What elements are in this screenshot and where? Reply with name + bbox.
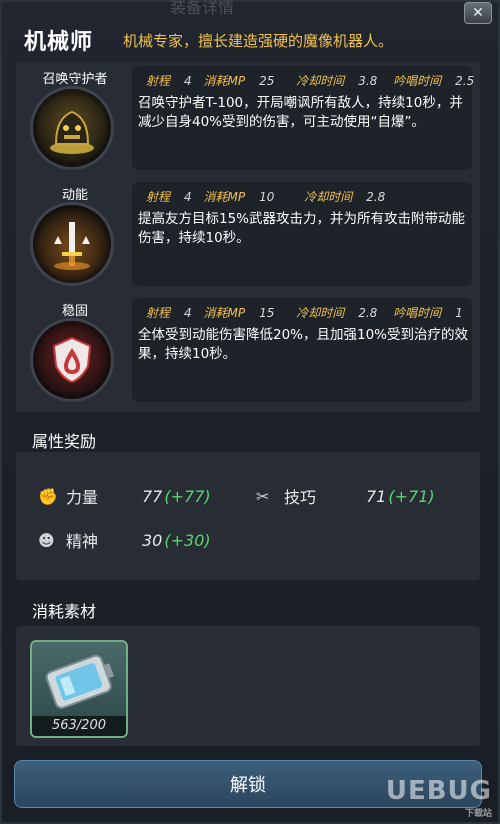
partial-title: 装备详情 <box>170 0 235 17</box>
skill-description: 提高友方目标15%武器攻击力，并为所有攻击附带动能伤害，持续10秒。 <box>138 211 466 246</box>
class-name: 机械师 <box>24 30 94 55</box>
fist-icon: ✊ <box>38 486 58 506</box>
attr-strength: ✊ 力量 77 (+77) <box>38 486 211 508</box>
skill-name: 动能 <box>61 188 88 203</box>
skill-row-kinetic[interactable]: 动能 射程 4 消耗MP 10 冷却时间 2.8 提高友方目标15%武器攻击力，并为所… <box>16 178 480 288</box>
skill-row-summon[interactable]: 召唤守护者 射程 4 消耗MP 25 冷却时间 3.8 吟唱时间 2.5 召唤守护者T-… <box>16 62 480 172</box>
skill-detail-box: 射程 4 消耗MP 25 冷却时间 3.8 吟唱时间 2.5 召唤守护者T-100，开局… <box>132 66 475 170</box>
skill-stats: 射程 4 消耗MP 25 冷却时间 3.8 吟唱时间 2.5 <box>146 74 475 88</box>
materials-title: 消耗素材 <box>32 602 97 621</box>
attr-skill: ✂ 技巧 71 (+71) <box>256 486 435 508</box>
skills-panel: 召唤守护者 射程 4 消耗MP 25 冷却时间 3.8 吟唱时间 2.5 召唤守护者T-… <box>16 62 480 412</box>
skill-description: 召唤守护者T-100，开局嘲讽所有敌人，持续10秒，并减少自身40%受到的伤害，… <box>138 95 463 130</box>
skill-name: 召唤守护者 <box>42 72 108 87</box>
skill-detail-box: 射程 4 消耗MP 15 冷却时间 2.8 吟唱时间 1 全体受到动能伤害降低20%，且… <box>132 298 472 402</box>
watermark: UEBUG 下载站 <box>385 776 492 819</box>
skill-detail-box: 射程 4 消耗MP 10 冷却时间 2.8 提高友方目标15%武器攻击力，并为所有攻击… <box>132 182 472 286</box>
material-count: 563/200 <box>32 716 126 736</box>
class-description: 机械专家，擅长建造强硬的魔像机器人。 <box>123 31 394 50</box>
skill-stats: 射程 4 消耗MP 15 冷却时间 2.8 吟唱时间 1 <box>146 306 463 320</box>
battery-cell-icon <box>45 654 115 709</box>
material-item-card[interactable]: 563/200 <box>30 640 128 738</box>
close-button[interactable]: ✕ <box>464 2 492 24</box>
kinetic-sword-icon[interactable] <box>30 202 114 286</box>
skill-description: 全体受到动能伤害降低20%，且加强10%受到治疗的效果，持续10秒。 <box>138 327 469 362</box>
skill-row-stable[interactable]: 稳固 射程 4 消耗MP 15 冷却时间 2.8 吟唱时间 1 全体受到动能伤害降低20… <box>16 294 480 404</box>
skill-name: 稳固 <box>61 304 88 319</box>
attributes-title: 属性奖励 <box>32 432 97 451</box>
attr-spirit: ☻ 精神 30 (+30) <box>38 530 211 552</box>
class-header: 机械师 机械专家，擅长建造强硬的魔像机器人。 <box>14 22 486 58</box>
summon-guardian-icon[interactable] <box>30 86 114 170</box>
brain-head-icon: ☻ <box>38 530 55 550</box>
tools-icon: ✂ <box>256 486 270 506</box>
materials-panel: 563/200 <box>16 626 480 746</box>
attributes-panel: ✊ 力量 77 (+77) ✂ 技巧 71 (+71) ☻ 精神 30 (+30… <box>16 452 480 580</box>
shield-drop-icon[interactable] <box>30 318 114 402</box>
skill-stats: 射程 4 消耗MP 10 冷却时间 2.8 <box>146 190 386 204</box>
